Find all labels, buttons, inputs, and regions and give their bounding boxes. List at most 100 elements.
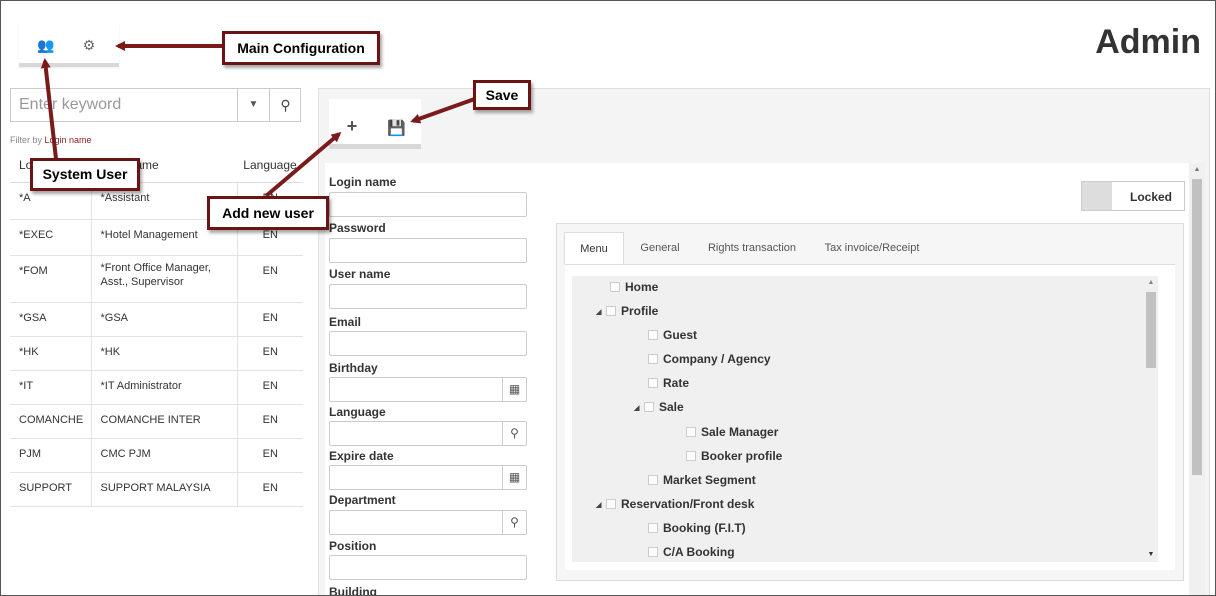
cell-language: EN	[237, 370, 303, 405]
locked-toggle[interactable]: Locked	[1081, 181, 1185, 211]
table-row[interactable]: *HK *HK EN	[10, 336, 303, 371]
checkbox[interactable]	[644, 402, 654, 412]
form-scrollbar[interactable]: ▲ ▼	[1189, 163, 1205, 595]
scroll-down-icon[interactable]: ▼	[1189, 591, 1205, 595]
scroll-down-icon[interactable]: ▼	[1144, 548, 1158, 562]
checkbox[interactable]	[610, 282, 620, 292]
cell-login: COMANCHE	[10, 404, 92, 439]
tab-rights-transaction[interactable]: Rights transaction	[697, 232, 807, 265]
cell-user-name: *IT Administrator	[91, 370, 238, 405]
table-row[interactable]: *FOM *Front Office Manager, Asst., Superv…	[10, 255, 303, 303]
language-field[interactable]: ⚲	[329, 421, 527, 446]
scroll-up-icon[interactable]: ▲	[1189, 163, 1205, 177]
chevron-down-icon[interactable]: ▼	[237, 89, 269, 121]
label-position: Position	[329, 539, 377, 553]
expand-icon[interactable]: ◢	[596, 496, 606, 516]
tree-item[interactable]: Booking (F.I.T)	[648, 518, 746, 538]
page-title: Admin	[1095, 23, 1201, 61]
expand-icon[interactable]: ◢	[634, 399, 644, 419]
filter-hint: Filter by Login name	[10, 135, 92, 145]
tree-scrollbar[interactable]: ▲ ▼	[1144, 276, 1158, 562]
scroll-thumb[interactable]	[1146, 292, 1156, 368]
callout-add-new-user: Add new user	[207, 196, 329, 230]
cell-login: *GSA	[10, 302, 92, 337]
search-box: ▼ ⚲	[10, 88, 301, 122]
toggle-knob	[1082, 182, 1112, 210]
cell-language: EN	[237, 404, 303, 439]
permissions-tabs: Menu General Rights transaction Tax invo…	[556, 223, 1184, 581]
detail-toolbar: + 💾	[329, 99, 421, 149]
checkbox[interactable]	[648, 547, 658, 557]
checkbox[interactable]	[606, 306, 616, 316]
cell-login: *EXEC	[10, 219, 92, 256]
label-language: Language	[329, 405, 386, 419]
cell-language: EN	[237, 255, 303, 303]
checkbox[interactable]	[686, 451, 696, 461]
search-icon[interactable]: ⚲	[269, 89, 301, 121]
tree-item[interactable]: Rate	[648, 373, 689, 393]
tab-general[interactable]: General	[627, 232, 693, 265]
tree-item[interactable]: Sale Manager	[686, 422, 778, 442]
search-icon[interactable]: ⚲	[502, 511, 526, 534]
email-field[interactable]	[329, 331, 527, 356]
tree-item[interactable]: Market Segment	[648, 470, 756, 490]
callout-main-configuration: Main Configuration	[222, 31, 380, 65]
checkbox[interactable]	[648, 378, 658, 388]
plus-icon[interactable]: +	[343, 116, 361, 137]
password-field[interactable]	[329, 238, 527, 263]
checkbox[interactable]	[648, 475, 658, 485]
expand-icon[interactable]: ◢	[596, 303, 606, 323]
login-name-field[interactable]	[329, 192, 527, 217]
expire-date-field[interactable]: ▦	[329, 465, 527, 490]
tree-item[interactable]: ◢ Profile	[596, 301, 658, 321]
checkbox[interactable]	[648, 354, 658, 364]
tree-item[interactable]: C/A Booking	[648, 542, 735, 562]
search-icon[interactable]: ⚲	[502, 422, 526, 445]
cell-user-name: *HK	[91, 336, 238, 371]
label-department: Department	[329, 493, 396, 507]
cell-user-name: COMANCHE INTER	[91, 404, 238, 439]
calendar-icon[interactable]: ▦	[502, 378, 526, 401]
tree-item[interactable]: Company / Agency	[648, 349, 771, 369]
label-login-name: Login name	[329, 175, 397, 189]
checkbox[interactable]	[648, 523, 658, 533]
scroll-up-icon[interactable]: ▲	[1144, 276, 1158, 290]
checkbox[interactable]	[606, 499, 616, 509]
birthday-field[interactable]: ▦	[329, 377, 527, 402]
cell-login: *HK	[10, 336, 92, 371]
user-form: Login name Password User name Email Birt…	[325, 163, 1197, 596]
search-input[interactable]	[11, 89, 237, 121]
app-window: 👥 ⚙ Admin ▼ ⚲ Filter by Login name Login…	[0, 0, 1216, 596]
position-field[interactable]	[329, 555, 527, 580]
tree-item[interactable]: Guest	[648, 325, 697, 345]
checkbox[interactable]	[686, 427, 696, 437]
label-birthday: Birthday	[329, 361, 378, 375]
cell-user-name: *GSA	[91, 302, 238, 337]
tab-tax-invoice[interactable]: Tax invoice/Receipt	[812, 232, 932, 265]
tree-item[interactable]: Booker profile	[686, 446, 782, 466]
table-row[interactable]: SUPPORT SUPPORT MALAYSIA EN	[10, 472, 303, 507]
department-field[interactable]: ⚲	[329, 510, 527, 535]
label-expire-date: Expire date	[329, 449, 394, 463]
users-icon[interactable]: 👥	[37, 37, 54, 53]
table-row[interactable]: *IT *IT Administrator EN	[10, 370, 303, 405]
scroll-thumb[interactable]	[1192, 179, 1202, 475]
tab-menu[interactable]: Menu	[564, 232, 624, 265]
table-row[interactable]: COMANCHE COMANCHE INTER EN	[10, 404, 303, 439]
tree-item[interactable]: ◢ Sale	[634, 397, 684, 417]
tree-item[interactable]: ◢ Reservation/Front desk	[596, 494, 754, 514]
cell-language: EN	[237, 472, 303, 507]
user-name-field[interactable]	[329, 284, 527, 309]
save-icon[interactable]: 💾	[387, 119, 406, 137]
table-row[interactable]: PJM CMC PJM EN	[10, 438, 303, 473]
gears-icon[interactable]: ⚙	[81, 37, 97, 53]
label-user-name: User name	[329, 267, 391, 281]
column-header-language[interactable]: Language	[237, 148, 303, 183]
checkbox[interactable]	[648, 330, 658, 340]
tree-item[interactable]: Home	[610, 277, 658, 297]
label-building: Building	[329, 585, 377, 596]
table-row[interactable]: *GSA *GSA EN	[10, 302, 303, 337]
cell-language: EN	[237, 438, 303, 473]
menu-tab-content: Home ◢ Profile Guest Company / Agency Rat…	[565, 264, 1175, 570]
calendar-icon[interactable]: ▦	[502, 466, 526, 489]
